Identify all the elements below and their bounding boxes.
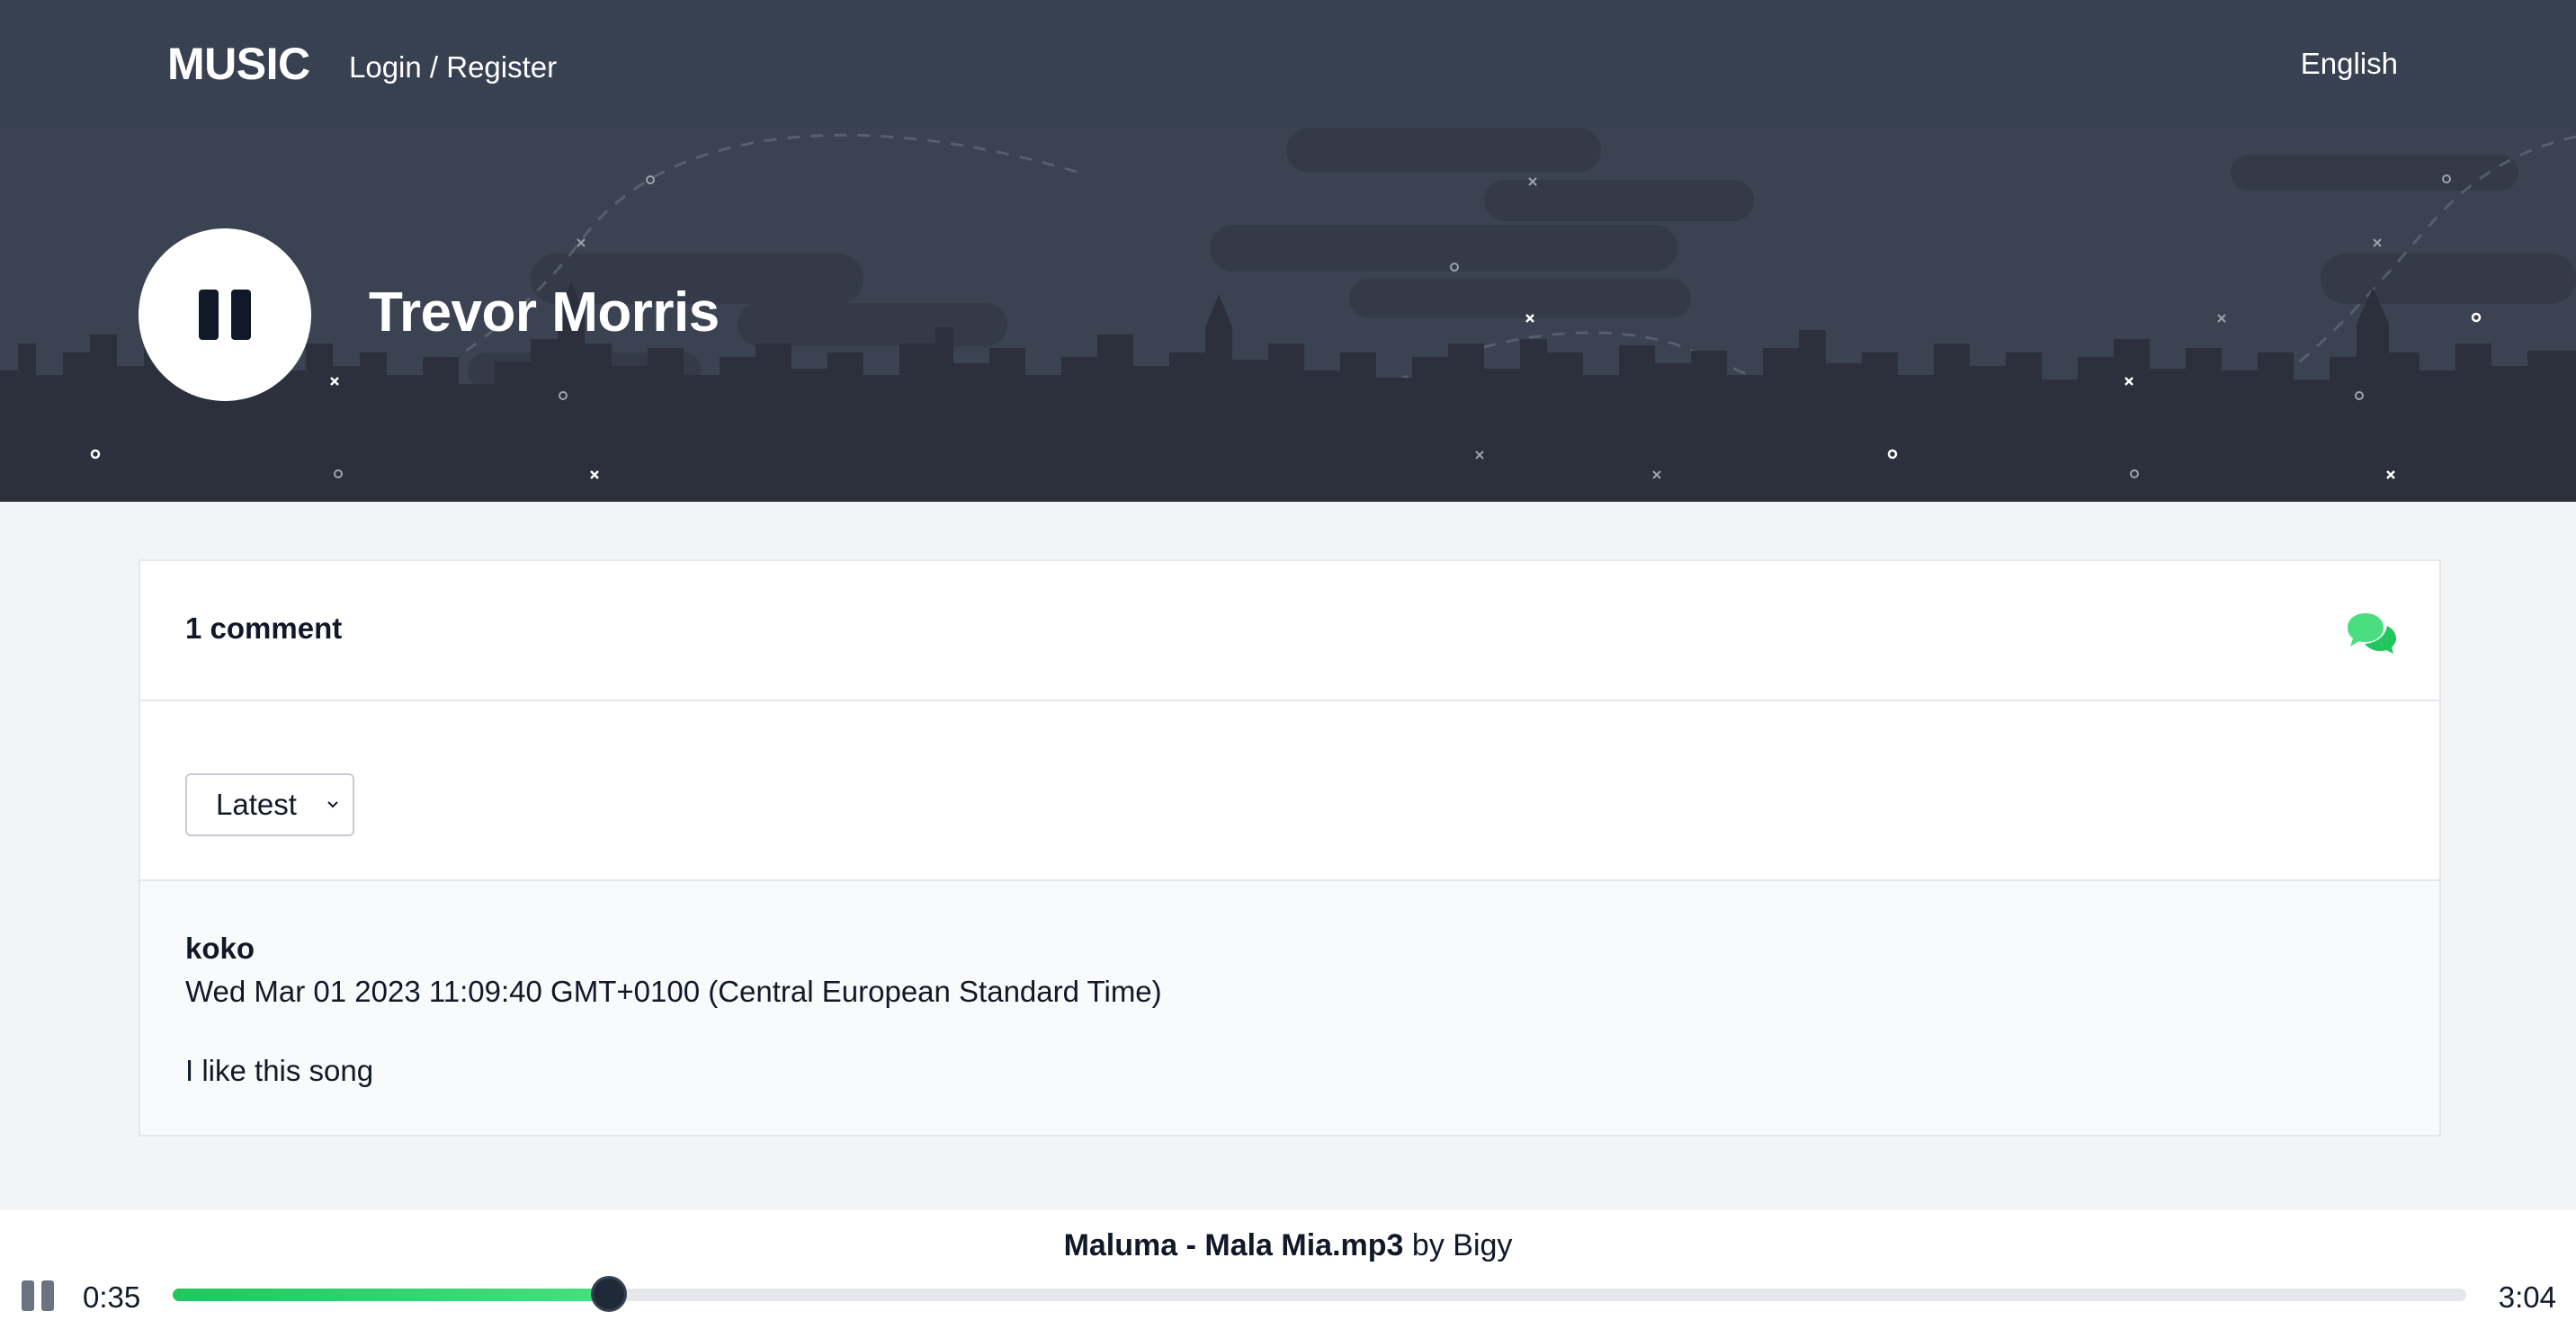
chat-bubbles-icon bbox=[2348, 613, 2396, 654]
pause-icon-bar bbox=[41, 1280, 54, 1311]
now-playing-info: Maluma - Mala Mia.mp3 by Bigy bbox=[0, 1228, 2576, 1263]
track-title: Maluma - Mala Mia.mp3 bbox=[1063, 1228, 1404, 1262]
brand-logo[interactable]: MUSIC bbox=[167, 38, 310, 90]
progress-slider[interactable] bbox=[173, 1276, 2466, 1312]
total-time: 3:04 bbox=[2498, 1280, 2556, 1314]
artist-name: Trevor Morris bbox=[369, 281, 720, 343]
comment-text: I like this song bbox=[185, 1054, 374, 1087]
comment-date: Wed Mar 01 2023 11:09:40 GMT+0100 (Centr… bbox=[185, 975, 1162, 1008]
current-time: 0:35 bbox=[83, 1280, 141, 1314]
login-register-link[interactable]: Login / Register bbox=[349, 50, 557, 85]
chevron-down-icon bbox=[327, 801, 338, 808]
pause-icon bbox=[199, 290, 251, 340]
progress-thumb[interactable] bbox=[590, 1276, 627, 1312]
comments-card: 1 comment Latest koko Wed Mar 01 2023 11… bbox=[139, 559, 2441, 1137]
player-pause-button[interactable] bbox=[22, 1280, 54, 1311]
comments-filter-row: Latest bbox=[140, 701, 2439, 881]
audio-player-bar: Maluma - Mala Mia.mp3 by Bigy 0:35 3:04 bbox=[0, 1210, 2576, 1329]
play-pause-button[interactable] bbox=[139, 228, 311, 401]
top-navbar: MUSIC Login / Register English bbox=[0, 0, 2576, 128]
sort-selected-value: Latest bbox=[216, 788, 297, 821]
language-selector[interactable]: English bbox=[2301, 47, 2398, 81]
by-label: by bbox=[1411, 1228, 1445, 1262]
comment-author: koko bbox=[185, 932, 255, 965]
comment-item: koko Wed Mar 01 2023 11:09:40 GMT+0100 (… bbox=[140, 881, 2439, 1135]
progress-fill bbox=[173, 1289, 609, 1301]
artist-hero-banner: Trevor Morris bbox=[0, 128, 2576, 502]
sort-select[interactable]: Latest bbox=[185, 773, 354, 836]
pause-icon-bar bbox=[22, 1280, 34, 1311]
track-artist: Bigy bbox=[1453, 1228, 1513, 1262]
comments-header: 1 comment bbox=[140, 561, 2439, 701]
comment-count: 1 comment bbox=[185, 611, 343, 645]
